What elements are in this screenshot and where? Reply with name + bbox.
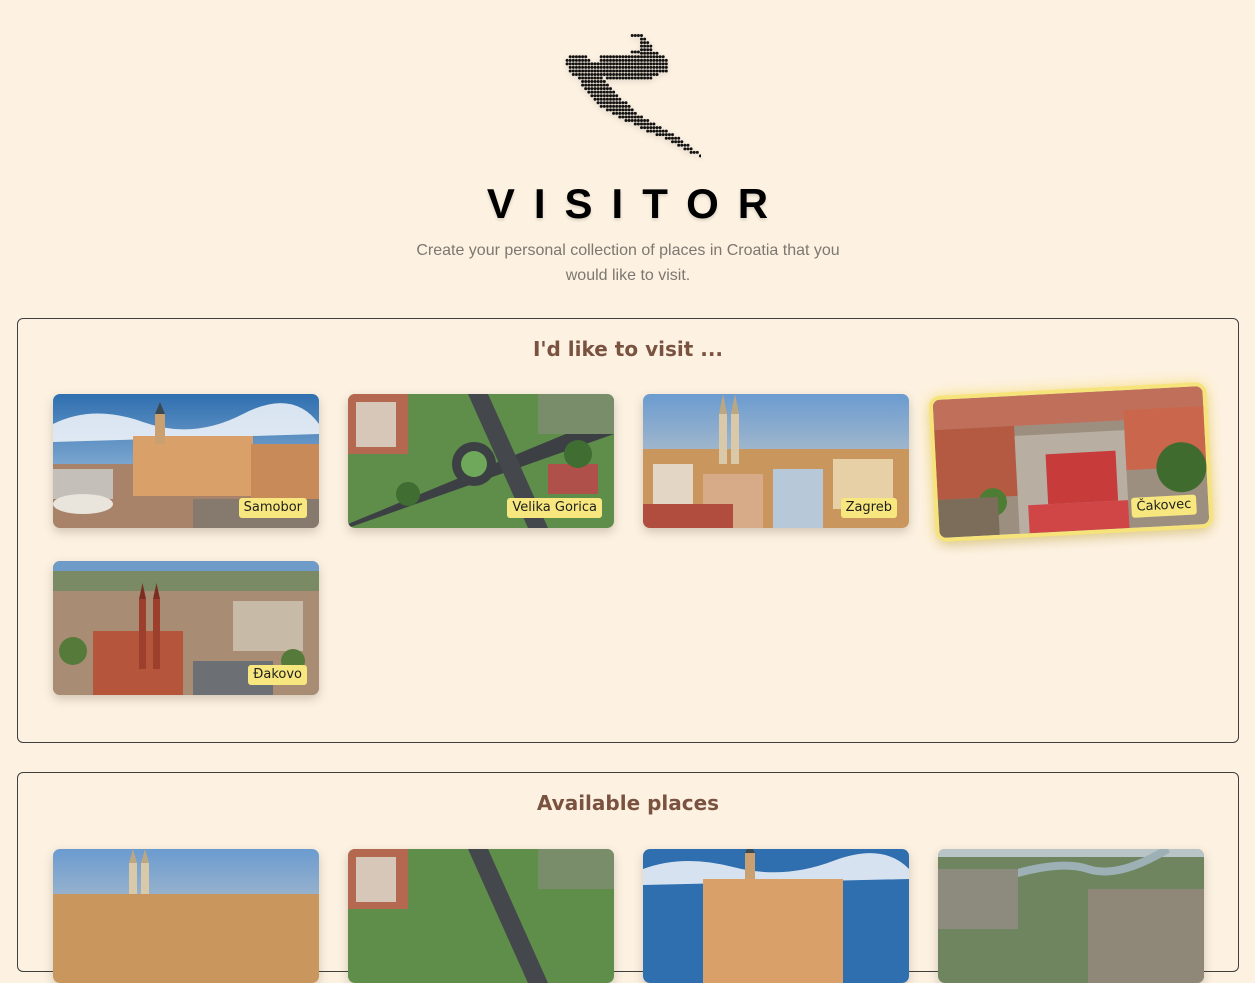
place-card-velika-gorica[interactable]: Velika Gorica xyxy=(348,394,614,528)
place-label: Zagreb xyxy=(840,498,897,518)
place-card-zagreb[interactable]: Zagreb xyxy=(643,394,909,528)
place-label: Samobor xyxy=(238,498,307,518)
available-card-1[interactable] xyxy=(53,849,319,983)
place-photo xyxy=(938,849,1204,983)
page-subtitle: Create your personal collection of place… xyxy=(416,242,840,284)
visit-section-heading: I'd like to visit ... xyxy=(532,337,724,361)
visit-section: I'd like to visit ... Samobor Velika Gor… xyxy=(17,318,1239,743)
place-photo xyxy=(643,849,909,983)
available-card-2[interactable] xyxy=(348,849,614,983)
available-card-3[interactable] xyxy=(643,849,909,983)
place-label: Đakovo xyxy=(248,665,307,685)
available-card-4[interactable] xyxy=(938,849,1204,983)
page-title: VISITOR xyxy=(486,180,788,227)
place-card-djakovo[interactable]: Đakovo xyxy=(53,561,319,695)
place-label: Velika Gorica xyxy=(507,498,602,518)
place-label: Čakovec xyxy=(1131,494,1197,518)
place-photo xyxy=(53,849,319,983)
available-section: Available places xyxy=(17,772,1239,983)
croatia-dot-map-icon xyxy=(556,28,701,164)
available-section-heading: Available places xyxy=(536,791,720,815)
place-photo xyxy=(348,849,614,983)
place-card-samobor[interactable]: Samobor xyxy=(53,394,319,528)
place-card-cakovec[interactable]: Čakovec xyxy=(932,386,1210,538)
